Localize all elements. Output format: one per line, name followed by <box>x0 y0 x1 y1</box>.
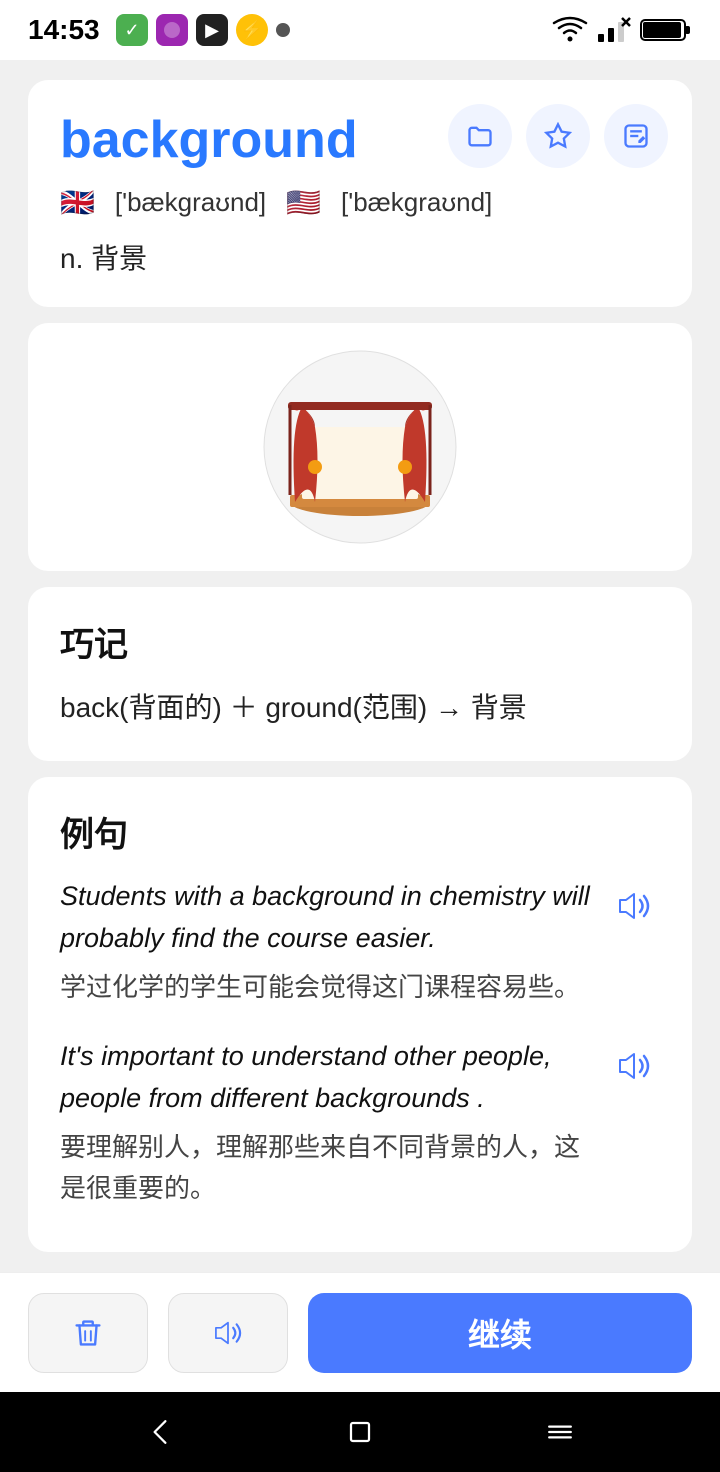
example-en-2: It's important to understand other peopl… <box>60 1036 592 1120</box>
word-illustration <box>260 347 460 547</box>
nav-bar <box>0 1392 720 1472</box>
example-zh-1: 学过化学的学生可能会觉得这门课程容易些。 <box>60 967 592 1007</box>
menu-nav-icon <box>542 1414 578 1450</box>
sound-button-2[interactable] <box>608 1040 660 1095</box>
delete-button[interactable] <box>28 1293 148 1373</box>
sound-button-1[interactable] <box>608 880 660 935</box>
word-definition: n. 背景 <box>60 237 660 277</box>
status-time: 14:53 <box>28 14 100 46</box>
status-right-icons <box>552 16 692 44</box>
example-en-1: Students with a background in chemistry … <box>60 876 592 960</box>
home-nav-icon <box>342 1414 378 1450</box>
example-zh-2: 要理解别人，理解那些来自不同背景的人，这是很重要的。 <box>60 1127 592 1208</box>
image-card <box>28 323 692 571</box>
uk-flag: 🇬🇧 <box>60 186 95 219</box>
status-bar: 14:53 ✓ ▶ ⚡ <box>0 0 720 60</box>
uk-phonetic: ['bækgraʊnd] <box>115 187 266 218</box>
app-icon-green: ✓ <box>116 14 148 46</box>
mnemonic-card: 巧记 back(背面的) ＋ ground(范围) → 背景 <box>28 587 692 761</box>
app-icons: ✓ ▶ ⚡ <box>116 14 290 46</box>
main-content: background 🇬🇧 ['bækgraʊnd] 🇺🇸 ['bækgraʊn… <box>0 60 720 1272</box>
mnemonic-title: 巧记 <box>60 617 660 666</box>
note-button[interactable] <box>604 104 668 168</box>
svg-text:✓: ✓ <box>124 20 139 40</box>
continue-button[interactable]: 继续 <box>308 1293 692 1373</box>
pronunciation-row: 🇬🇧 ['bækgraʊnd] 🇺🇸 ['bækgraʊnd] <box>60 186 660 219</box>
app-icon-dark: ▶ <box>196 14 228 46</box>
us-flag: 🇺🇸 <box>286 186 321 219</box>
battery-icon <box>640 16 692 44</box>
bottom-toolbar: 继续 <box>0 1272 720 1392</box>
back-nav-button[interactable] <box>142 1414 178 1450</box>
folder-icon <box>466 122 494 150</box>
example-item-1: Students with a background in chemistry … <box>60 876 660 1008</box>
menu-nav-button[interactable] <box>542 1414 578 1450</box>
example-text-2: It's important to understand other peopl… <box>60 1036 592 1208</box>
note-icon <box>622 122 650 150</box>
example-item-2: It's important to understand other peopl… <box>60 1036 660 1208</box>
examples-title: 例句 <box>60 807 660 856</box>
audio-button[interactable] <box>168 1293 288 1373</box>
folder-button[interactable] <box>448 104 512 168</box>
star-icon <box>544 122 572 150</box>
signal-icon <box>596 16 632 44</box>
example-text-1: Students with a background in chemistry … <box>60 876 592 1008</box>
wifi-icon <box>552 16 588 44</box>
word-header-card: background 🇬🇧 ['bækgraʊnd] 🇺🇸 ['bækgraʊn… <box>28 80 692 307</box>
notification-dot <box>276 23 290 37</box>
svg-text:⚡: ⚡ <box>240 19 262 41</box>
app-icon-yellow: ⚡ <box>236 14 268 46</box>
us-phonetic: ['bækgraʊnd] <box>341 187 492 218</box>
examples-card: 例句 Students with a background in chemist… <box>28 777 692 1252</box>
speaker-icon-2 <box>612 1044 656 1088</box>
star-button[interactable] <box>526 104 590 168</box>
mnemonic-text: back(背面的) ＋ ground(范围) → 背景 <box>60 686 660 731</box>
app-icon-purple <box>156 14 188 46</box>
speaker-icon-1 <box>612 884 656 928</box>
speaker-toolbar-icon <box>209 1314 247 1352</box>
back-nav-icon <box>142 1414 178 1450</box>
home-nav-button[interactable] <box>342 1414 378 1450</box>
svg-text:▶: ▶ <box>205 20 219 40</box>
action-buttons <box>448 104 668 168</box>
trash-icon <box>69 1314 107 1352</box>
